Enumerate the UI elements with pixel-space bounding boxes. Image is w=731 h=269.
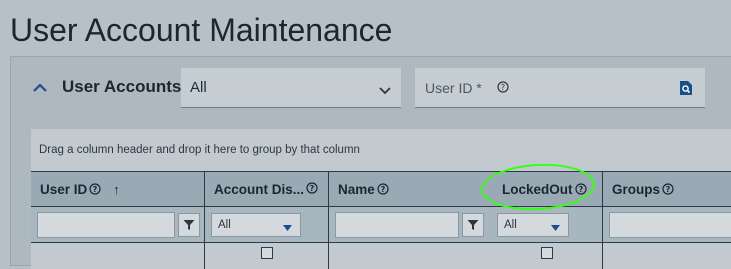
caret-down-icon	[283, 222, 292, 234]
page-title: User Account Maintenance	[10, 12, 393, 48]
column-label: User ID	[40, 181, 88, 197]
chevron-down-icon	[379, 82, 391, 99]
user-id-placeholder: User ID *	[425, 79, 482, 96]
column-label: Name	[338, 181, 375, 197]
question-circle-icon[interactable]: ?	[497, 80, 509, 96]
table-cell	[329, 243, 493, 269]
filter-cell-name	[329, 207, 493, 243]
column-label: Account Dis...	[214, 181, 305, 197]
filter-cell-account-disabled: All	[205, 207, 329, 243]
svg-text:?: ?	[666, 185, 671, 194]
account-disabled-filter-select[interactable]: All	[211, 213, 301, 237]
account-filter-value: All	[190, 79, 207, 96]
table-cell	[205, 243, 329, 269]
funnel-icon[interactable]	[178, 213, 200, 237]
table-cell	[31, 243, 205, 269]
column-header-account-disabled[interactable]: Account Dis... ?	[205, 172, 329, 206]
svg-text:?: ?	[380, 185, 385, 194]
groups-filter-input[interactable]	[609, 212, 731, 238]
user-id-field[interactable]: User ID * ?	[415, 68, 705, 108]
sort-ascending-icon[interactable]: ↑	[113, 182, 120, 197]
table-cell	[493, 243, 603, 269]
question-circle-icon[interactable]: ?	[377, 183, 389, 195]
filter-cell-groups	[603, 207, 731, 243]
account-filter-select[interactable]: All	[181, 68, 401, 108]
table-row[interactable]	[31, 243, 731, 269]
grid-filter-row: All All	[31, 207, 731, 243]
question-circle-icon[interactable]: ?	[306, 182, 318, 197]
column-label: Groups	[612, 181, 661, 197]
account-disabled-checkbox[interactable]	[261, 247, 273, 259]
locked-out-filter-select[interactable]: All	[497, 213, 569, 237]
column-header-user-id[interactable]: User ID ? ↑	[31, 172, 205, 206]
name-filter-input[interactable]	[335, 212, 459, 238]
filter-value: All	[218, 219, 231, 231]
filter-cell-user-id	[31, 207, 205, 243]
question-circle-icon[interactable]: ?	[662, 183, 674, 195]
filter-cell-locked-out: All	[493, 207, 603, 243]
user-accounts-grid: Drag a column header and drop it here to…	[31, 129, 731, 269]
chevron-up-icon[interactable]	[31, 79, 49, 97]
svg-text:?: ?	[310, 184, 315, 193]
svg-text:?: ?	[93, 185, 98, 194]
filter-value: All	[504, 219, 517, 231]
column-header-name[interactable]: Name ?	[329, 172, 493, 206]
grid-header-row: User ID ? ↑ Account Dis... ? Name ? Lock…	[31, 171, 731, 207]
locked-out-checkbox[interactable]	[541, 247, 553, 259]
group-by-hint: Drag a column header and drop it here to…	[39, 144, 360, 156]
column-header-groups[interactable]: Groups ?	[603, 172, 731, 206]
svg-text:?: ?	[501, 83, 505, 92]
panel-header: User Accounts All User ID * ?	[11, 57, 731, 119]
section-title: User Accounts	[62, 77, 182, 96]
user-id-filter-input[interactable]	[37, 212, 175, 238]
funnel-icon[interactable]	[462, 213, 484, 237]
caret-down-icon	[551, 222, 560, 234]
search-document-icon[interactable]	[679, 80, 693, 99]
question-circle-icon[interactable]: ?	[89, 183, 101, 195]
user-accounts-panel: User Accounts All User ID * ? Drag a col…	[10, 56, 731, 269]
